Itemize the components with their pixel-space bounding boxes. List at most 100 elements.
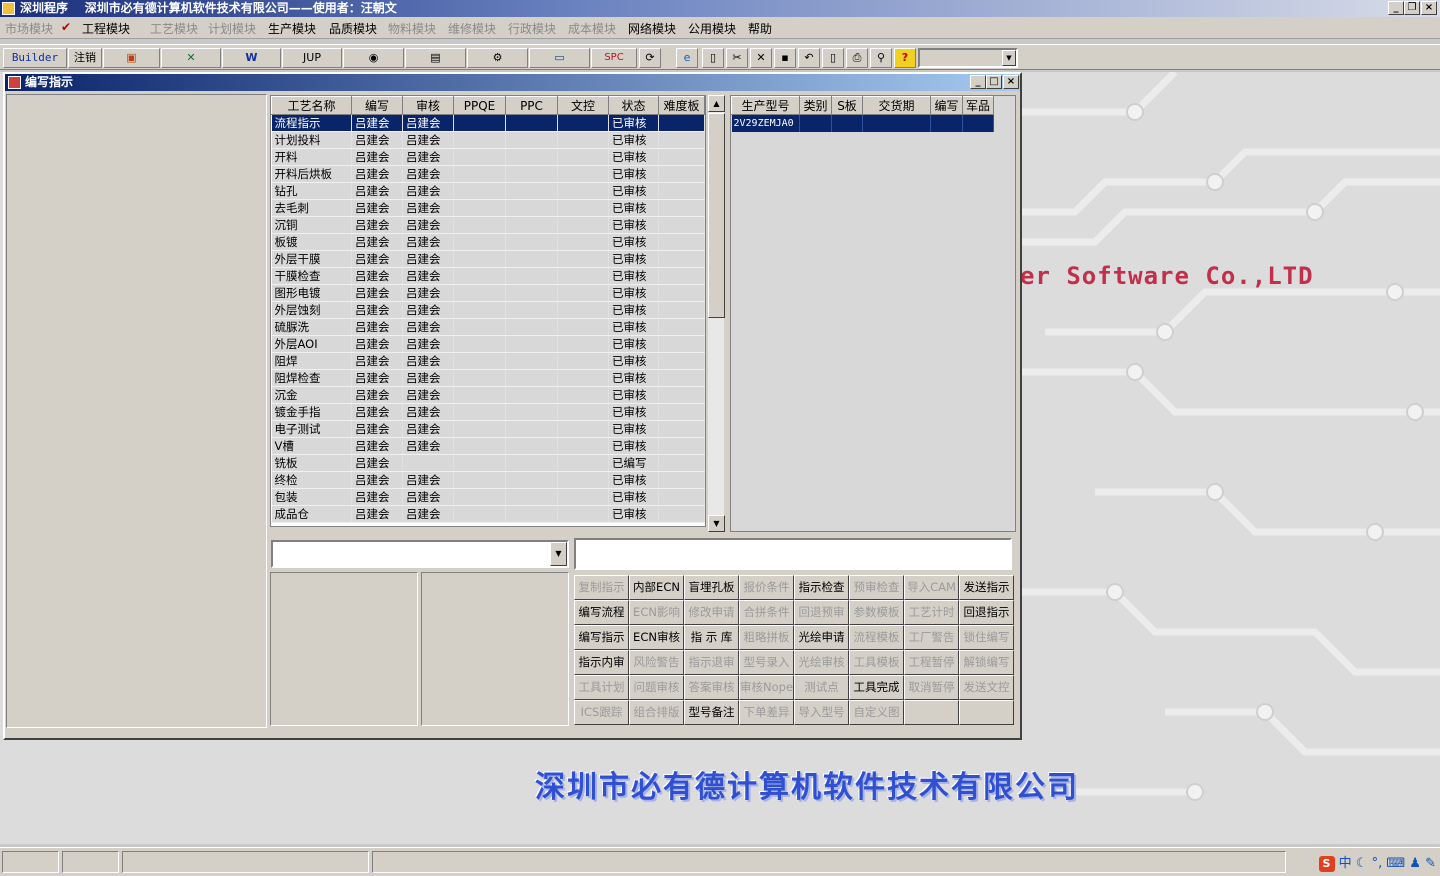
process-combo[interactable]: ▼ [271,540,569,568]
word-icon[interactable]: W [222,48,281,68]
action-button[interactable]: 内部ECN [629,575,684,600]
excel-icon[interactable]: ✕ [161,48,221,68]
column-header[interactable]: 军品 [962,96,994,115]
table-row[interactable]: 图形电镀 吕建会 吕建会 已审核 [271,284,705,302]
table-row[interactable]: 沉铜 吕建会 吕建会 已审核 [271,216,705,234]
undo-icon[interactable]: ↶ [798,48,820,68]
list-box-left[interactable] [270,572,418,726]
action-button[interactable]: 流程模板 [849,625,904,650]
action-button[interactable]: 锁住编写 [959,625,1014,650]
close-button[interactable]: × [1421,1,1437,15]
menu-item[interactable]: 生产模块 [268,20,316,37]
table-row[interactable]: 成品仓 吕建会 吕建会 已审核 [271,505,705,523]
table-row[interactable]: 包装 吕建会 吕建会 已审核 [271,488,705,506]
scroll-up-icon[interactable]: ▲ [708,95,725,112]
action-button[interactable]: 工具完成 [849,675,904,700]
action-button[interactable]: 修改申请 [684,600,739,625]
action-button[interactable]: 工具计划 [574,675,629,700]
table-row[interactable]: 外层蚀刻 吕建会 吕建会 已审核 [271,301,705,319]
table-row[interactable]: 终检 吕建会 吕建会 已审核 [271,471,705,489]
column-header[interactable]: 类别 [799,96,832,115]
action-button[interactable]: 指示内审 [574,650,629,675]
model-grid[interactable]: 生产型号 类别 S板 交货期 编写 军品 2V29ZEMJA0 [730,95,1016,532]
action-button[interactable]: 导入CAM [904,575,959,600]
table-row[interactable]: 硫脲洗 吕建会 吕建会 已审核 [271,318,705,336]
chevron-down-icon[interactable]: ▼ [1002,50,1016,66]
action-button[interactable]: 合拼条件 [739,600,794,625]
column-header[interactable]: S板 [831,96,863,115]
action-button[interactable]: 导入型号 [794,700,849,725]
table-row[interactable]: 外层AOI 吕建会 吕建会 已审核 [271,335,705,353]
table-row[interactable]: 钻孔 吕建会 吕建会 已审核 [271,182,705,200]
wrench-icon[interactable]: ✎ [1425,856,1436,871]
tools-icon[interactable]: ⚙ [467,48,528,68]
column-header[interactable]: 文控 [557,96,609,115]
list-box-right[interactable] [421,572,569,726]
action-button[interactable]: 取消暂停 [904,675,959,700]
column-header[interactable]: 交货期 [862,96,931,115]
column-header[interactable]: PPC [505,96,558,115]
action-button[interactable]: 自定义图 [849,700,904,725]
menu-item[interactable]: 品质模块 [329,20,377,37]
action-button[interactable]: 测试点 [794,675,849,700]
punctuation-icon[interactable]: °, [1372,856,1383,871]
jup-button[interactable]: JUP [282,48,342,68]
table-row[interactable]: 铣板 吕建会 已编写 [271,454,705,472]
process-grid[interactable]: 工艺名称 编写 审核 PPQE PPC 文控 状态 难度板 流程指示 吕建会 吕建会 已审核 计划投料… [270,95,706,527]
action-button[interactable]: 光绘审核 [794,650,849,675]
menu-item[interactable]: 市场模块 [5,20,53,37]
action-button[interactable]: 问题审核 [629,675,684,700]
eye-icon[interactable]: ◉ [343,48,404,68]
chevron-down-icon[interactable]: ▼ [550,542,567,566]
menu-item[interactable]: 工艺模块 [150,20,198,37]
column-header[interactable]: 生产型号 [731,96,800,115]
action-button[interactable]: 工程暂停 [904,650,959,675]
action-button[interactable]: 报价条件 [739,575,794,600]
action-button[interactable]: 风险警告 [629,650,684,675]
action-button[interactable]: 回退预审 [794,600,849,625]
print-icon[interactable]: ⎙ [846,48,868,68]
menu-item[interactable]: 物料模块 [388,20,436,37]
find-icon[interactable]: ⚲ [870,48,892,68]
action-button[interactable]: 解锁编写 [959,650,1014,675]
table-row[interactable]: 阻焊检查 吕建会 吕建会 已审核 [271,369,705,387]
action-button[interactable]: 工艺计时 [904,600,959,625]
table-row[interactable]: 计划投料 吕建会 吕建会 已审核 [271,131,705,149]
action-button[interactable]: 发送指示 [959,575,1014,600]
action-button[interactable]: 复制指示 [574,575,629,600]
menu-item[interactable]: 帮助 [748,20,772,37]
menu-item[interactable]: 行政模块 [508,20,556,37]
table-row[interactable]: 沉金 吕建会 吕建会 已审核 [271,386,705,404]
action-button[interactable]: 指示检查 [794,575,849,600]
table-row[interactable]: 开料后烘板 吕建会 吕建会 已审核 [271,165,705,183]
cut-icon[interactable]: ✂ [726,48,748,68]
builder-button[interactable]: Builder [3,48,67,68]
menu-item[interactable]: 工程模块 [82,20,130,37]
action-button[interactable]: ICS跟踪 [574,700,629,725]
action-button[interactable]: 答案审核 [684,675,739,700]
logout-button[interactable]: 注销 [68,48,102,68]
keyboard-icon[interactable]: ⌨ [1386,856,1405,871]
refresh-icon[interactable]: ⟳ [639,48,661,68]
mdi-minimize-button[interactable]: _ [970,75,986,89]
menu-item[interactable]: 计划模块 [208,20,256,37]
table-row[interactable]: 电子测试 吕建会 吕建会 已审核 [271,420,705,438]
action-button[interactable]: 型号录入 [739,650,794,675]
preview-icon[interactable]: ▯ [822,48,844,68]
action-button[interactable]: 粗略拼板 [739,625,794,650]
internet-icon[interactable]: e [676,48,698,68]
action-button[interactable]: ECN审核 [629,625,684,650]
action-button[interactable] [904,700,959,725]
ime-mode-label[interactable]: 中 [1339,856,1352,871]
table-row[interactable]: 2V29ZEMJA0 [731,114,994,132]
ime-tray[interactable]: S 中 ☾ °, ⌨ ♟ ✎ [1318,852,1436,872]
table-row[interactable]: 开料 吕建会 吕建会 已审核 [271,148,705,166]
action-button[interactable] [959,700,1014,725]
table-row[interactable]: 流程指示 吕建会 吕建会 已审核 [271,114,705,132]
table-row[interactable]: V槽 吕建会 吕建会 已审核 [271,437,705,455]
mdi-close-button[interactable]: × [1003,75,1019,89]
column-header[interactable]: 工艺名称 [271,96,352,115]
action-button[interactable]: ECN影响 [629,600,684,625]
table-row[interactable]: 镀金手指 吕建会 吕建会 已审核 [271,403,705,421]
action-button[interactable]: 型号备注 [684,700,739,725]
